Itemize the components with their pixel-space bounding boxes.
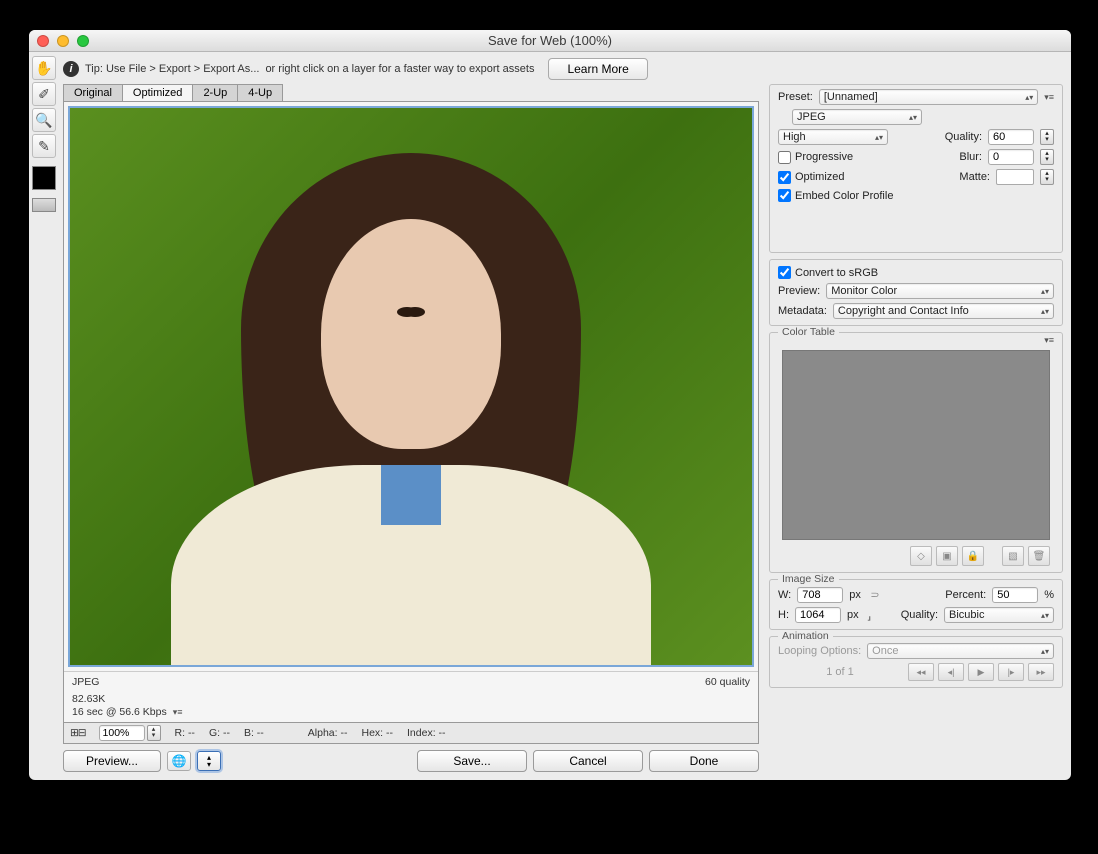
looping-select: Once▴▾	[867, 643, 1054, 659]
tool-column: ✋ ✐ 🔍 ✎	[29, 52, 59, 780]
first-frame-button: ◂◂	[908, 663, 934, 681]
eyedropper-tool[interactable]: ✎	[32, 134, 56, 158]
preview-panel: JPEG 60 quality 82.63K 16 sec @ 56.6 Kbp…	[63, 101, 759, 723]
ct-lock-icon[interactable]: 🔒	[962, 546, 984, 566]
tip-text-prefix: Tip: Use File > Export > Export As...	[85, 63, 259, 75]
quality-label: Quality:	[945, 131, 982, 143]
learn-more-button[interactable]: Learn More	[548, 58, 647, 80]
done-button[interactable]: Done	[649, 750, 759, 772]
quality-field[interactable]	[988, 129, 1034, 145]
meta-quality: 60 quality	[705, 676, 750, 688]
color-table[interactable]	[782, 350, 1050, 540]
resample-quality-label: Quality:	[901, 609, 938, 621]
image-size-label: Image Size	[778, 573, 839, 585]
tip-bar: i Tip: Use File > Export > Export As... …	[63, 58, 1063, 80]
info-icon: i	[63, 61, 79, 77]
zoom-tool[interactable]: 🔍	[32, 108, 56, 132]
blur-field[interactable]	[988, 149, 1034, 165]
save-for-web-window: Save for Web (100%) ✋ ✐ 🔍 ✎ i Tip: Use F…	[29, 30, 1071, 780]
hand-tool[interactable]: ✋	[32, 56, 56, 80]
cancel-button[interactable]: Cancel	[533, 750, 643, 772]
color-table-label: Color Table	[778, 326, 839, 338]
metadata-label: Metadata:	[778, 305, 827, 317]
meta-time: 16 sec @ 56.6 Kbps	[72, 706, 167, 718]
percent-label: Percent:	[945, 589, 986, 601]
preset-label: Preset:	[778, 91, 813, 103]
last-frame-button: ▸▸	[1028, 663, 1054, 681]
zoom-field[interactable]	[99, 725, 145, 741]
tab-optimized[interactable]: Optimized	[122, 84, 194, 101]
ct-new-icon[interactable]: ▧	[1002, 546, 1024, 566]
preview-button[interactable]: Preview...	[63, 750, 161, 772]
tab-4up[interactable]: 4-Up	[237, 84, 283, 101]
zoom-stepper[interactable]: ▴▾	[147, 725, 161, 741]
progressive-checkbox[interactable]: Progressive	[778, 151, 853, 164]
preview-label: Preview:	[778, 285, 820, 297]
browser-stepper[interactable]: ▴▾	[197, 751, 221, 771]
quality-preset-select[interactable]: High▴▾	[778, 129, 888, 145]
matte-label: Matte:	[959, 171, 990, 183]
quality-stepper[interactable]: ▴▾	[1040, 129, 1054, 145]
preview-meta: JPEG 60 quality 82.63K 16 sec @ 56.6 Kbp…	[64, 671, 758, 722]
link-dimensions-icon-bottom: ⸥	[867, 608, 872, 622]
format-select[interactable]: JPEG▴▾	[792, 109, 922, 125]
metadata-select[interactable]: Copyright and Contact Info▴▾	[833, 303, 1054, 319]
blur-label: Blur:	[959, 151, 982, 163]
width-field[interactable]	[797, 587, 843, 603]
matte-color[interactable]	[996, 169, 1034, 185]
eyedropper-color-swatch[interactable]	[32, 166, 56, 190]
height-label: H:	[778, 609, 789, 621]
width-label: W:	[778, 589, 791, 601]
percent-field[interactable]	[992, 587, 1038, 603]
titlebar: Save for Web (100%)	[29, 30, 1071, 52]
tab-original[interactable]: Original	[63, 84, 123, 101]
preset-select[interactable]: [Unnamed]▴▾	[819, 89, 1038, 105]
resample-quality-select[interactable]: Bicubic▴▾	[944, 607, 1054, 623]
frame-counter: 1 of 1	[826, 666, 854, 678]
preset-flyout-icon[interactable]: ▾≡	[1044, 92, 1054, 103]
animation-label: Animation	[778, 630, 833, 642]
browser-select-button[interactable]: 🌐	[167, 751, 191, 771]
grid-icon[interactable]: ⊞ ⊟	[70, 727, 85, 739]
preview-tabs: Original Optimized 2-Up 4-Up	[63, 84, 759, 101]
color-table-flyout-icon[interactable]: ▾≡	[1044, 335, 1054, 346]
next-frame-button: |▸	[998, 663, 1024, 681]
status-bar: ⊞ ⊟ ▴▾ R: -- G: -- B: -- Alpha: -- Hex: …	[63, 723, 759, 744]
toggle-slices-visibility[interactable]	[32, 198, 56, 212]
tab-2up[interactable]: 2-Up	[192, 84, 238, 101]
meta-flyout-icon[interactable]: ▾≡	[173, 707, 183, 718]
blur-stepper[interactable]: ▴▾	[1040, 149, 1054, 165]
tip-text-suffix: or right click on a layer for a faster w…	[265, 63, 534, 75]
embed-color-profile-checkbox[interactable]: Embed Color Profile	[778, 189, 893, 202]
ct-cube-icon[interactable]: ▣	[936, 546, 958, 566]
link-dimensions-icon[interactable]: ⸧	[869, 586, 881, 603]
optimized-checkbox[interactable]: Optimized	[778, 171, 845, 184]
convert-srgb-checkbox[interactable]: Convert to sRGB	[778, 266, 878, 279]
play-button: ▶	[968, 663, 994, 681]
slice-select-tool[interactable]: ✐	[32, 82, 56, 106]
ct-trash-icon[interactable]: 🗑	[1028, 546, 1050, 566]
preview-image[interactable]	[68, 106, 754, 667]
matte-stepper[interactable]: ▴▾	[1040, 169, 1054, 185]
height-field[interactable]	[795, 607, 841, 623]
meta-format: JPEG	[72, 676, 99, 688]
prev-frame-button: ◂|	[938, 663, 964, 681]
window-title: Save for Web (100%)	[29, 33, 1071, 48]
preview-color-select[interactable]: Monitor Color▴▾	[826, 283, 1054, 299]
looping-label: Looping Options:	[778, 645, 861, 657]
save-button[interactable]: Save...	[417, 750, 527, 772]
meta-size: 82.63K	[72, 693, 105, 705]
ct-eyedropper-icon[interactable]: ◇	[910, 546, 932, 566]
